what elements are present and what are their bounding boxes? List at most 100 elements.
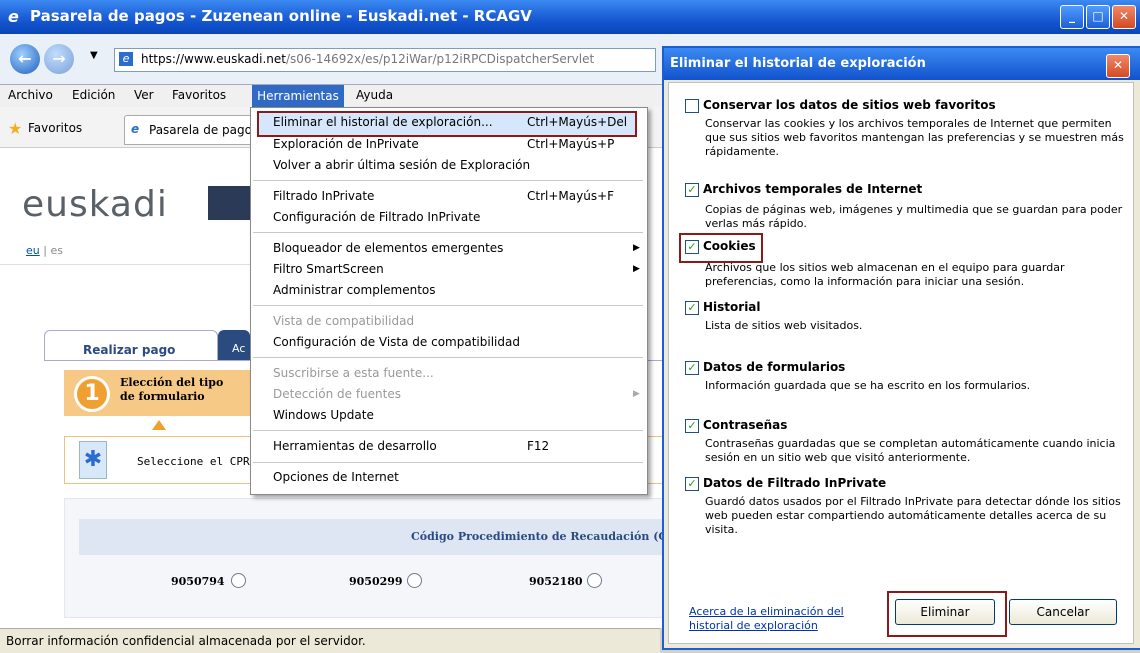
menu-separator bbox=[253, 305, 643, 306]
option-filtrado-label: Datos de Filtrado InPrivate bbox=[703, 476, 887, 490]
option-cookies-label: Cookies bbox=[703, 239, 756, 253]
option-conservar-desc: Conservar las cookies y los archivos tem… bbox=[705, 117, 1124, 158]
step-number: 1 bbox=[74, 376, 110, 412]
menu-herramientas[interactable]: Herramientas bbox=[252, 85, 344, 107]
window-title: Pasarela de pagos - Zuzenean online - Eu… bbox=[30, 7, 532, 25]
menu-item-config-filtrado[interactable]: Configuración de Filtrado InPrivate bbox=[273, 210, 480, 224]
back-button[interactable]: ← bbox=[10, 44, 40, 74]
checkbox-contrasenas[interactable]: ✓ bbox=[685, 419, 699, 433]
checkbox-archivos-temporales[interactable]: ✓ bbox=[685, 183, 699, 197]
option-formularios-label: Datos de formularios bbox=[703, 360, 846, 374]
menu-item-smartscreen[interactable]: Filtro SmartScreen bbox=[273, 262, 384, 276]
maximize-button[interactable]: □ bbox=[1086, 5, 1110, 29]
star-icon: ★ bbox=[8, 119, 23, 138]
code-radio[interactable] bbox=[587, 573, 602, 588]
tab-title: Pasarela de pago bbox=[149, 123, 252, 137]
code-label: 9050299 bbox=[349, 575, 403, 588]
delete-history-dialog: Eliminar el historial de exploración ✕ C… bbox=[662, 46, 1140, 650]
option-contrasenas-desc: Contraseñas guardadas que se completan a… bbox=[705, 437, 1116, 464]
dialog-body: Conservar los datos de sitios web favori… bbox=[668, 82, 1134, 644]
delete-button[interactable]: Eliminar bbox=[895, 599, 995, 625]
step-pointer-icon bbox=[152, 420, 166, 430]
menu-item-popup-blocker[interactable]: Bloqueador de elementos emergentes bbox=[273, 241, 503, 255]
step-label-line1: Elección del tipo bbox=[120, 376, 224, 389]
step-indicator: 1 Elección del tipo de formulario bbox=[64, 370, 250, 416]
menu-edicion[interactable]: Edición bbox=[72, 88, 115, 102]
menu-ver[interactable]: Ver bbox=[134, 88, 154, 102]
menu-item-compat-settings[interactable]: Configuración de Vista de compatibilidad bbox=[273, 335, 520, 349]
option-formularios-desc: Información guardada que se ha escrito e… bbox=[705, 379, 1031, 392]
ie-icon: e bbox=[8, 7, 19, 26]
menu-item-addons[interactable]: Administrar complementos bbox=[273, 283, 436, 297]
ie-tab-icon: e bbox=[131, 122, 140, 136]
option-conservar-label: Conservar los datos de sitios web favori… bbox=[703, 98, 996, 112]
menu-item-reopen-session[interactable]: Volver a abrir última sesión de Explorac… bbox=[273, 158, 530, 172]
favorites-button[interactable]: Favoritos bbox=[28, 121, 82, 135]
logo-mark bbox=[208, 186, 250, 220]
option-archivos-label: Archivos temporales de Internet bbox=[703, 182, 923, 196]
submenu-arrow-icon: ▶ bbox=[633, 264, 640, 274]
menu-separator bbox=[253, 357, 643, 358]
codes-header-text: Código Procedimiento de Recaudación (C bbox=[411, 530, 668, 543]
dialog-title-bar: Eliminar el historial de exploración ✕ bbox=[664, 48, 1140, 80]
tab-secondary-label: Ac bbox=[232, 342, 246, 355]
menu-separator bbox=[253, 462, 643, 463]
menu-bar: Archivo Edición Ver Favoritos Herramient… bbox=[0, 85, 680, 107]
menu-item-windows-update[interactable]: Windows Update bbox=[273, 408, 374, 422]
lang-es-link[interactable]: es bbox=[50, 244, 63, 257]
menu-item-subscribe-feed: Suscribirse a esta fuente... bbox=[273, 366, 434, 380]
option-historial-label: Historial bbox=[703, 300, 761, 314]
cancel-button[interactable]: Cancelar bbox=[1009, 599, 1117, 625]
close-window-button[interactable]: ✕ bbox=[1112, 5, 1136, 29]
option-archivos-desc: Copias de páginas web, imágenes y multim… bbox=[705, 203, 1123, 230]
menu-ayuda[interactable]: Ayuda bbox=[356, 88, 393, 102]
submenu-arrow-icon: ▶ bbox=[633, 243, 640, 253]
code-label: 9050794 bbox=[171, 575, 225, 588]
shortcut-dev-tools: F12 bbox=[527, 439, 550, 453]
browser-window: e Pasarela de pagos - Zuzenean online - … bbox=[0, 0, 1140, 653]
address-bar[interactable]: e https://www.euskadi.net/s06-14692x/es/… bbox=[114, 48, 656, 72]
tab-secondary[interactable]: Ac bbox=[218, 330, 250, 360]
address-url: https://www.euskadi.net/s06-14692x/es/p1… bbox=[141, 52, 595, 66]
browser-tab[interactable]: e Pasarela de pago bbox=[124, 115, 266, 145]
menu-item-eliminar-historial[interactable]: Eliminar el historial de exploración... bbox=[273, 115, 493, 129]
minimize-button[interactable]: _ bbox=[1060, 5, 1084, 29]
checkbox-filtrado-inprivate[interactable]: ✓ bbox=[685, 477, 699, 491]
tab-realizar-pago-label: Realizar pago bbox=[83, 343, 176, 357]
menu-separator bbox=[253, 430, 643, 431]
submenu-arrow-icon: ▶ bbox=[633, 389, 640, 399]
euskadi-logo: euskadi bbox=[22, 184, 168, 225]
code-radio[interactable] bbox=[231, 573, 246, 588]
menu-item-internet-options[interactable]: Opciones de Internet bbox=[273, 470, 399, 484]
menu-item-dev-tools[interactable]: Herramientas de desarrollo bbox=[273, 439, 437, 453]
dialog-close-button[interactable]: ✕ bbox=[1106, 54, 1130, 78]
menu-favoritos[interactable]: Favoritos bbox=[172, 88, 226, 102]
tools-menu: Eliminar el historial de exploración... … bbox=[250, 107, 648, 495]
checkbox-conservar[interactable] bbox=[685, 99, 699, 113]
checkbox-cookies[interactable]: ✓ bbox=[685, 240, 699, 254]
shortcut-filtrado: Ctrl+Mayús+F bbox=[527, 189, 615, 203]
menu-item-inprivate[interactable]: Exploración de InPrivate bbox=[273, 137, 419, 151]
shortcut-eliminar: Ctrl+Mayús+Del bbox=[527, 115, 628, 129]
code-radio[interactable] bbox=[407, 573, 422, 588]
tab-realizar-pago[interactable]: Realizar pago bbox=[44, 330, 218, 361]
menu-separator bbox=[253, 232, 643, 233]
instruction-text: Seleccione el CPR bbox=[137, 455, 250, 468]
menu-item-filtrado-inprivate[interactable]: Filtrado InPrivate bbox=[273, 189, 374, 203]
menu-item-compat-view: Vista de compatibilidad bbox=[273, 314, 415, 328]
step-label-line2: de formulario bbox=[120, 390, 205, 403]
step-label: Elección del tipo de formulario bbox=[120, 376, 223, 404]
shortcut-inprivate: Ctrl+Mayús+P bbox=[527, 137, 615, 151]
checkbox-formularios[interactable]: ✓ bbox=[685, 361, 699, 375]
status-text: Borrar información confidencial almacena… bbox=[6, 634, 366, 648]
checkbox-historial[interactable]: ✓ bbox=[685, 301, 699, 315]
option-filtrado-desc: Guardó datos usados por el Filtrado InPr… bbox=[705, 495, 1121, 536]
history-dropdown-icon[interactable]: ▼ bbox=[90, 50, 98, 61]
lang-eu-link[interactable]: eu bbox=[26, 244, 40, 257]
page-icon: e bbox=[119, 52, 133, 66]
status-bar: Borrar información confidencial almacena… bbox=[0, 628, 660, 653]
forward-button[interactable]: → bbox=[44, 44, 74, 74]
menu-archivo[interactable]: Archivo bbox=[8, 88, 53, 102]
option-contrasenas-label: Contraseñas bbox=[703, 418, 788, 432]
about-deletion-link[interactable]: Acerca de la eliminación del historial d… bbox=[689, 605, 869, 633]
